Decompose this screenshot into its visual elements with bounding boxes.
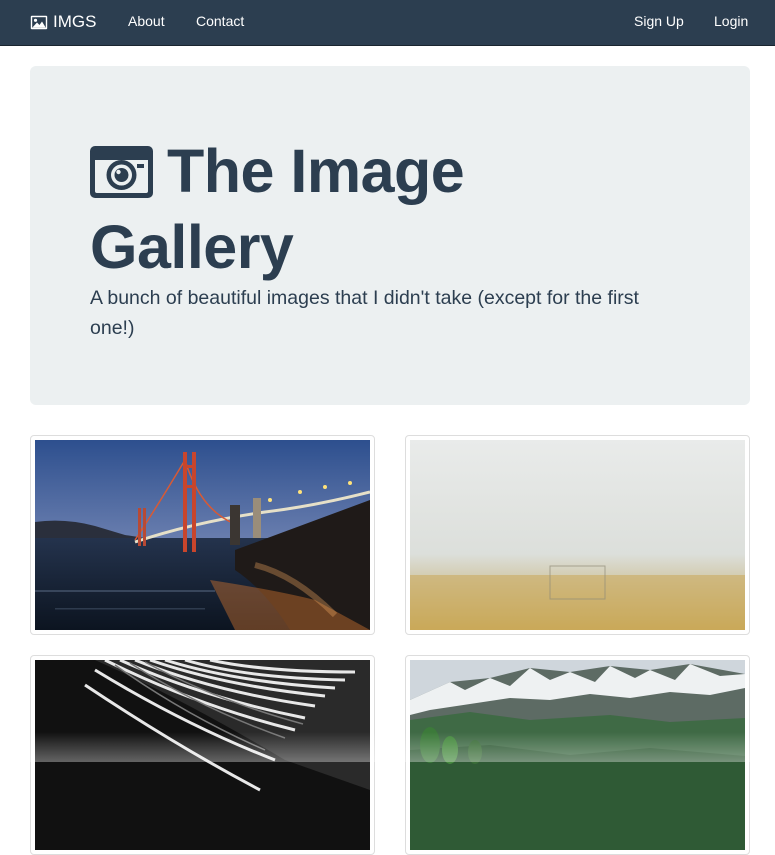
- gallery-thumbnail[interactable]: [405, 435, 750, 635]
- gallery-thumbnail[interactable]: [405, 655, 750, 855]
- brand-label: IMGS: [53, 12, 97, 31]
- image-icon: [30, 15, 48, 30]
- page-title: The Image Gallery: [90, 136, 510, 282]
- gallery-thumbnail[interactable]: [30, 435, 375, 635]
- bridge-photo: [35, 440, 370, 630]
- navbar: IMGS About Contact Sign Up Login: [0, 0, 775, 46]
- brand-link[interactable]: IMGS: [30, 0, 96, 44]
- jumbotron: The Image Gallery A bunch of beautiful i…: [30, 66, 750, 405]
- gallery-thumbnail[interactable]: [30, 655, 375, 855]
- page-lead: A bunch of beautiful images that I didn'…: [90, 287, 639, 339]
- nav-link-sign-up[interactable]: Sign Up: [634, 0, 684, 44]
- mountain-photo: [410, 660, 745, 850]
- camera-icon: [90, 142, 153, 212]
- foggy-field-photo: [410, 440, 745, 630]
- nav-link-about[interactable]: About: [128, 0, 165, 44]
- architecture-photo: [35, 660, 370, 850]
- nav-link-login[interactable]: Login: [714, 0, 748, 44]
- nav-link-contact[interactable]: Contact: [196, 0, 244, 44]
